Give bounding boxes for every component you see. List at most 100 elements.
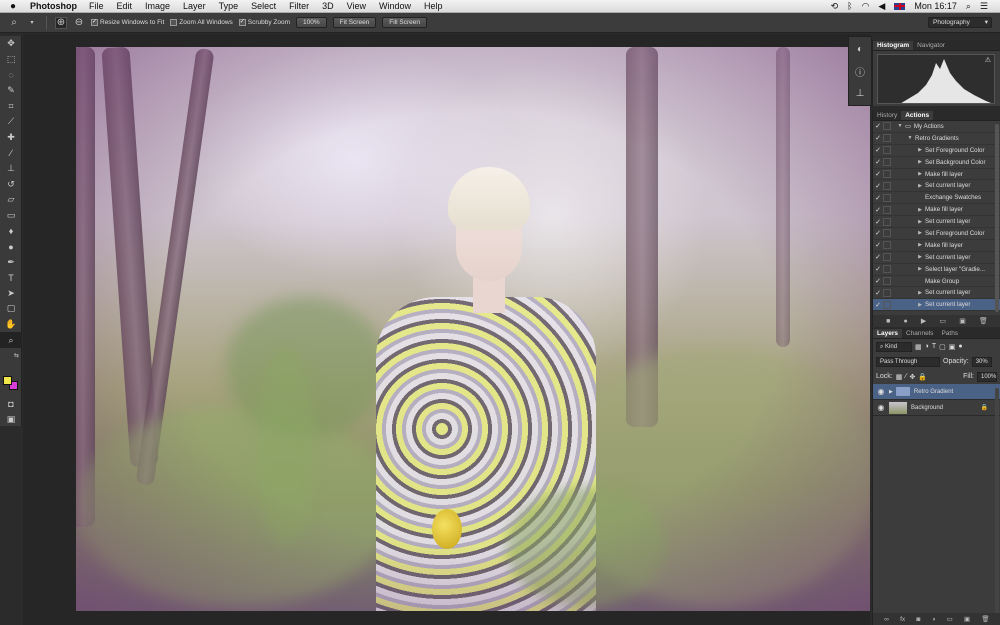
checkmark-icon[interactable]: ✓ — [873, 158, 883, 166]
expand-arrow-icon[interactable]: ▶ — [915, 266, 925, 272]
checkmark-icon[interactable]: ✓ — [873, 218, 883, 226]
zoom-tool-preset-icon[interactable]: ⌕ — [8, 17, 20, 29]
type-tool-icon[interactable]: T — [0, 270, 22, 286]
foreground-color-swatch[interactable] — [3, 376, 12, 385]
dialog-toggle[interactable] — [883, 181, 891, 190]
zoom-tool-icon[interactable]: ⌕ — [0, 332, 22, 348]
layer-row-retro-gradient[interactable]: ◉ ▶ Retro Gradient — [873, 384, 1000, 400]
fill-screen-button[interactable]: Fill Screen — [382, 17, 428, 28]
trash-icon[interactable]: 🗑 — [979, 317, 988, 325]
blur-tool-icon[interactable]: ♦ — [0, 223, 22, 239]
checkmark-icon[interactable]: ✓ — [873, 265, 883, 273]
expand-arrow-icon[interactable]: ▶ — [915, 254, 925, 260]
zoom-out-icon[interactable]: ⊖ — [73, 17, 85, 29]
dialog-toggle[interactable] — [883, 134, 891, 143]
dialog-toggle[interactable] — [883, 253, 891, 262]
checkmark-icon[interactable]: ✓ — [873, 182, 883, 190]
brush-tool-icon[interactable]: ∕ — [0, 145, 22, 161]
dialog-toggle[interactable] — [883, 217, 891, 226]
screen-mode-icon[interactable]: ▣ — [0, 412, 22, 428]
tab-navigator[interactable]: Navigator — [913, 41, 949, 50]
action-item[interactable]: ✓ ▶ Make fill layer — [873, 240, 1000, 252]
new-action-icon[interactable]: ▣ — [959, 317, 966, 325]
tab-histogram[interactable]: Histogram — [873, 41, 914, 50]
input-source-flag-icon[interactable] — [894, 2, 906, 10]
filter-adjustment-icon[interactable]: ◑ — [925, 343, 929, 350]
color-panel-icon[interactable]: ◐ — [849, 39, 871, 59]
menu-edit[interactable]: Edit — [117, 1, 133, 11]
filter-type-icon[interactable]: T — [932, 343, 936, 350]
checkmark-icon[interactable]: ✓ — [873, 146, 883, 154]
bluetooth-icon[interactable]: ᛒ — [847, 1, 852, 11]
checkmark-icon[interactable]: ✓ — [873, 194, 883, 202]
blend-mode-select[interactable]: Pass Through — [876, 356, 940, 367]
clone-stamp-tool-icon[interactable]: ⊥ — [0, 161, 22, 177]
tab-actions[interactable]: Actions — [901, 111, 934, 120]
layer-style-icon[interactable]: fx — [900, 616, 905, 623]
action-item[interactable]: ✓ ▶ Set current layer — [873, 216, 1000, 229]
action-item[interactable]: ✓ ▶ Set current layer — [873, 180, 1000, 193]
checkmark-icon[interactable]: ✓ — [873, 206, 883, 214]
dialog-toggle[interactable] — [883, 300, 891, 309]
pen-tool-icon[interactable]: ✒ — [0, 254, 22, 270]
resize-windows-checkbox[interactable]: ✓ Resize Windows to Fit — [91, 19, 164, 26]
path-select-tool-icon[interactable]: ➤ — [0, 286, 22, 302]
photo-image[interactable] — [76, 47, 870, 611]
checkmark-icon[interactable]: ✓ — [873, 301, 883, 309]
checkmark-icon[interactable]: ✓ — [873, 253, 883, 261]
menu-filter[interactable]: Filter — [289, 1, 309, 11]
filter-pixel-icon[interactable]: ▦ — [915, 343, 922, 351]
stop-icon[interactable]: ■ — [886, 318, 890, 325]
marquee-tool-icon[interactable]: ⬚ — [0, 52, 22, 68]
add-mask-icon[interactable]: ◙ — [916, 616, 920, 623]
trash-icon[interactable]: 🗑 — [981, 615, 989, 623]
time-machine-icon[interactable]: ⟲ — [831, 1, 839, 12]
clock[interactable]: Mon 16:17 — [914, 1, 957, 11]
action-item[interactable]: ✓ ▶ Set Background Color — [873, 157, 1000, 169]
apple-icon[interactable]: ● — [0, 1, 26, 12]
zoom-all-windows-checkbox[interactable]: Zoom All Windows — [170, 19, 233, 26]
hand-tool-icon[interactable]: ✋ — [0, 317, 22, 333]
lock-pixels-icon[interactable]: ∕ — [905, 373, 906, 380]
layer-filter-kind[interactable]: ⌕ Kind — [876, 341, 912, 352]
expand-arrow-icon[interactable]: ▶ — [915, 242, 925, 248]
checkmark-icon[interactable]: ✓ — [873, 277, 883, 285]
dialog-toggle[interactable] — [883, 229, 891, 238]
expand-arrow-icon[interactable]: ▶ — [915, 171, 925, 177]
action-item[interactable]: ✓ ▶ Make fill layer — [873, 204, 1000, 217]
dodge-tool-icon[interactable]: ● — [0, 239, 22, 255]
menu-image[interactable]: Image — [145, 1, 170, 11]
action-item[interactable]: ✓ ▶ Set current layer — [873, 299, 1000, 312]
dialog-toggle[interactable] — [883, 277, 891, 286]
filter-smart-object-icon[interactable]: ▣ — [949, 343, 956, 351]
expand-arrow-icon[interactable]: ▶ — [915, 147, 925, 153]
opacity-field[interactable]: 30% — [971, 356, 992, 367]
dialog-toggle[interactable] — [883, 193, 891, 202]
adjustment-layer-icon[interactable]: ◑ — [932, 616, 936, 623]
menu-app-name[interactable]: Photoshop — [30, 1, 77, 11]
expand-arrow-down-icon[interactable]: ▼ — [895, 123, 905, 129]
action-item[interactable]: ✓ ▼ Retro Gradients — [873, 133, 1000, 145]
tab-history[interactable]: History — [873, 111, 901, 120]
menu-view[interactable]: View — [347, 1, 366, 11]
shape-tool-icon[interactable]: ▢ — [0, 301, 22, 317]
checkmark-icon[interactable]: ✓ — [873, 289, 883, 297]
swap-colors-icon[interactable]: ⇆ — [0, 348, 22, 364]
history-brush-tool-icon[interactable]: ↺ — [0, 176, 22, 192]
action-item[interactable]: ✓ ▶ Select layer "Gradie... — [873, 264, 1000, 276]
new-layer-icon[interactable]: ▣ — [964, 615, 970, 623]
lasso-tool-icon[interactable]: ◌ — [0, 67, 22, 83]
adjustments-panel-icon[interactable]: ⊥ — [849, 83, 871, 103]
menu-window[interactable]: Window — [379, 1, 411, 11]
play-icon[interactable]: ▶ — [921, 317, 926, 325]
dialog-toggle[interactable] — [883, 158, 891, 167]
expand-arrow-icon[interactable]: ▶ — [915, 207, 925, 213]
menu-layer[interactable]: Layer — [183, 1, 206, 11]
action-item[interactable]: ✓ ▼ ▭ My Actions — [873, 121, 1000, 133]
quick-mask-icon[interactable]: ◘ — [0, 396, 22, 412]
action-item[interactable]: ✓ ▶ Set current layer — [873, 252, 1000, 264]
layers-scrollbar[interactable] — [995, 388, 999, 618]
actions-scrollbar[interactable] — [995, 124, 999, 312]
menu-3d[interactable]: 3D — [322, 1, 334, 11]
lock-position-icon[interactable]: ✥ — [910, 373, 916, 381]
